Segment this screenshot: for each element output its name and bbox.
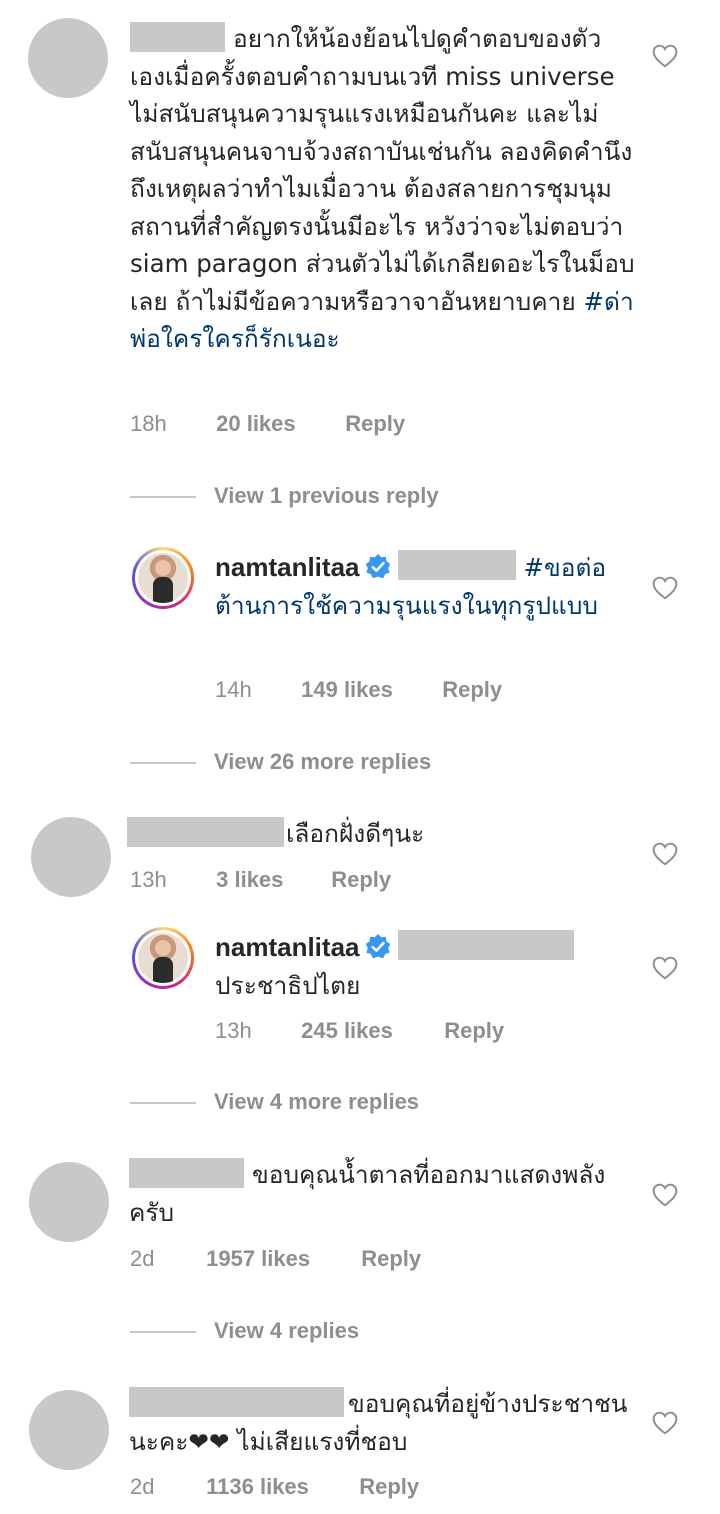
comment-text: ขอบคุณน้ำตาลที่ออกมาแสดงพลังครับ (129, 1158, 606, 1227)
heart-outline-icon[interactable] (652, 1183, 678, 1207)
divider-line (130, 1102, 196, 1104)
comment-time: 2d (130, 1246, 155, 1271)
reply-meta: 14h 149 likes Reply (215, 677, 502, 703)
commenter-avatar[interactable] (28, 18, 108, 98)
divider-line (130, 1331, 196, 1333)
heart-outline-icon[interactable] (652, 44, 678, 68)
heart-outline-icon[interactable] (652, 1411, 678, 1435)
reply-avatar[interactable] (132, 547, 194, 609)
comment-time: 18h (130, 411, 167, 436)
likes-count[interactable]: 1136 likes (206, 1474, 353, 1500)
reply-button[interactable]: Reply (442, 677, 502, 703)
heart-outline-icon[interactable] (652, 842, 678, 866)
reply-body: ประชาธิปไตย (215, 970, 361, 1000)
divider-line (130, 762, 196, 764)
comment-meta: 13h 3 likes Reply (130, 867, 391, 893)
likes-count[interactable]: 149 likes (301, 677, 436, 703)
likes-count[interactable]: 3 likes (216, 867, 325, 893)
reply-button[interactable]: Reply (444, 1018, 504, 1044)
username[interactable]: namtanlitaa (215, 552, 360, 582)
redacted-username (130, 22, 225, 52)
reply-time: 13h (215, 1018, 252, 1043)
commenter-avatar[interactable] (31, 817, 111, 897)
comment-text: เลือกฝั่งดีๆนะ (127, 815, 632, 853)
divider-line (130, 496, 196, 498)
comment-meta: 2d 1957 likes Reply (130, 1246, 421, 1272)
reply-button[interactable]: Reply (361, 1246, 421, 1272)
reply-text: namtanlitaa ประชาธิปไตย (215, 929, 635, 1004)
redacted-mention (397, 930, 574, 960)
likes-count[interactable]: 245 likes (301, 1018, 438, 1044)
reply-avatar[interactable] (132, 927, 194, 989)
reply-meta: 13h 245 likes Reply (215, 1018, 504, 1044)
comment-time: 13h (130, 867, 167, 892)
view-replies-link[interactable]: View 4 replies (130, 1318, 359, 1344)
view-replies-link[interactable]: View 26 more replies (130, 749, 431, 775)
reply-button[interactable]: Reply (331, 867, 391, 893)
redacted-username (129, 1387, 344, 1417)
commenter-avatar[interactable] (29, 1390, 109, 1470)
reply-text: namtanlitaa #ขอต่อต้านการใช้ความรุนแรงในท… (215, 549, 635, 624)
comment-text: ขอบคุณที่อยู่ข้างประชาชนนะคะ❤❤ ไม่เสียแร… (129, 1387, 628, 1456)
reply-button[interactable]: Reply (345, 411, 405, 437)
verified-badge-icon (365, 934, 390, 959)
reply-time: 14h (215, 677, 252, 702)
heart-outline-icon[interactable] (652, 956, 678, 980)
redacted-mention (397, 550, 516, 580)
reply-button[interactable]: Reply (359, 1474, 419, 1500)
redacted-username (129, 1158, 244, 1188)
comment-meta: 2d 1136 likes Reply (130, 1474, 419, 1500)
likes-count[interactable]: 1957 likes (206, 1246, 355, 1272)
heart-outline-icon[interactable] (652, 576, 678, 600)
username[interactable]: namtanlitaa (215, 932, 360, 962)
view-replies-link[interactable]: View 4 more replies (130, 1089, 419, 1115)
comment-text: อยากให้น้องย้อนไปดูคำตอบของตัวเองเมื่อคร… (130, 22, 635, 353)
verified-badge-icon (365, 554, 390, 579)
commenter-avatar[interactable] (29, 1162, 109, 1242)
comment-time: 2d (130, 1474, 155, 1499)
likes-count[interactable]: 20 likes (216, 411, 339, 437)
comment-meta: 18h 20 likes Reply (130, 411, 405, 437)
redacted-username (127, 817, 284, 847)
view-replies-link[interactable]: View 1 previous reply (130, 483, 439, 509)
